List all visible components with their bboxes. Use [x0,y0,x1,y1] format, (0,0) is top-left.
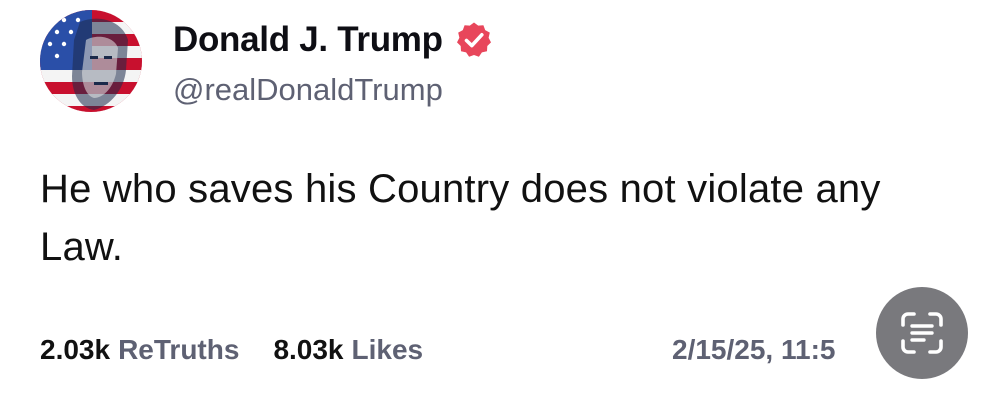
flag-portrait-avatar-icon [40,10,142,112]
author-display-name[interactable]: Donald J. Trump [173,20,443,60]
live-text-scan-icon [901,312,943,354]
likes-count: 8.03k [273,334,344,365]
post-timestamp[interactable]: 2/15/25, 11:5 [672,334,835,366]
author-name-row: Donald J. Trump [173,16,493,64]
likes-stat[interactable]: 8.03k Likes [273,334,423,366]
retruths-count: 2.03k [40,334,111,365]
retruths-stat[interactable]: 2.03k ReTruths [40,334,239,366]
post-body-text: He who saves his Country does not violat… [40,167,881,269]
avatar[interactable] [40,10,142,112]
live-text-scan-button[interactable] [876,287,968,379]
post-card: Donald J. Trump @realDonaldTrump He who … [0,0,1000,409]
likes-label: Likes [351,334,424,365]
verified-badge-icon [455,21,493,59]
retruths-label: ReTruths [118,334,240,365]
author-handle[interactable]: @realDonaldTrump [173,72,443,108]
engagement-stats: 2.03k ReTruths 8.03k Likes [40,334,423,366]
